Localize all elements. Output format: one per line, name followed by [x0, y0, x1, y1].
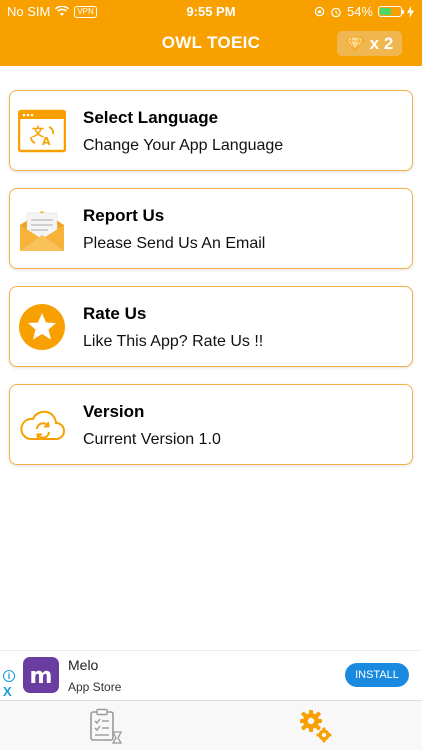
tab-settings[interactable] [296, 706, 336, 746]
rotation-lock-icon [314, 6, 325, 17]
ad-banner[interactable]: i X m Melo App Store INSTALL [0, 650, 422, 700]
card-title: Select Language [83, 108, 219, 127]
rate-us-card[interactable]: Rate Us Like This App? Rate Us !! [9, 286, 413, 367]
ad-info-icon[interactable]: i [3, 670, 15, 682]
card-title: Report Us [83, 206, 165, 225]
install-button[interactable]: INSTALL [345, 663, 409, 687]
ad-logo-letter: m [30, 664, 53, 689]
ad-app-name[interactable]: Melo [68, 657, 98, 673]
envelope-icon [20, 211, 64, 251]
card-title: Version [83, 402, 145, 421]
battery-fill [380, 8, 391, 15]
melo-logo-icon: m [30, 664, 53, 689]
gem-counter[interactable]: x 2 [337, 31, 402, 56]
tab-checklist[interactable] [85, 706, 125, 746]
gears-icon [300, 710, 332, 743]
charging-bolt-icon [407, 5, 414, 18]
tab-bar [0, 700, 422, 750]
battery-icon [378, 6, 404, 17]
cloud-sync-icon [20, 410, 65, 440]
gem-count: x 2 [369, 33, 394, 53]
header: No SIM VPN 9:55 PM 54% OWL TOEIC x 2 [0, 0, 422, 66]
svg-text:A: A [42, 135, 51, 148]
diamond-icon [345, 36, 364, 51]
translate-icon: 文 A [18, 109, 66, 153]
version-card[interactable]: Version Current Version 1.0 [9, 384, 413, 465]
checklist-icon [90, 708, 122, 744]
status-right: 54% [314, 4, 414, 19]
card-title: Rate Us [83, 304, 147, 323]
card-subtitle: Please Send Us An Email [83, 235, 266, 252]
status-bar: No SIM VPN 9:55 PM 54% [0, 0, 422, 22]
ad-close-icon[interactable]: X [3, 684, 12, 699]
ad-app-logo[interactable]: m [23, 657, 59, 693]
report-us-card[interactable]: Report Us Please Send Us An Email [9, 188, 413, 269]
star-icon [19, 304, 65, 350]
ad-store-label: App Store [68, 680, 122, 694]
card-subtitle: Change Your App Language [83, 137, 284, 154]
select-language-card[interactable]: 文 A Select Language Change Your App Lang… [9, 90, 413, 171]
battery-percent: 54% [346, 4, 373, 19]
alarm-icon [331, 7, 341, 17]
card-subtitle: Like This App? Rate Us !! [83, 333, 264, 350]
card-subtitle: Current Version 1.0 [83, 431, 221, 448]
